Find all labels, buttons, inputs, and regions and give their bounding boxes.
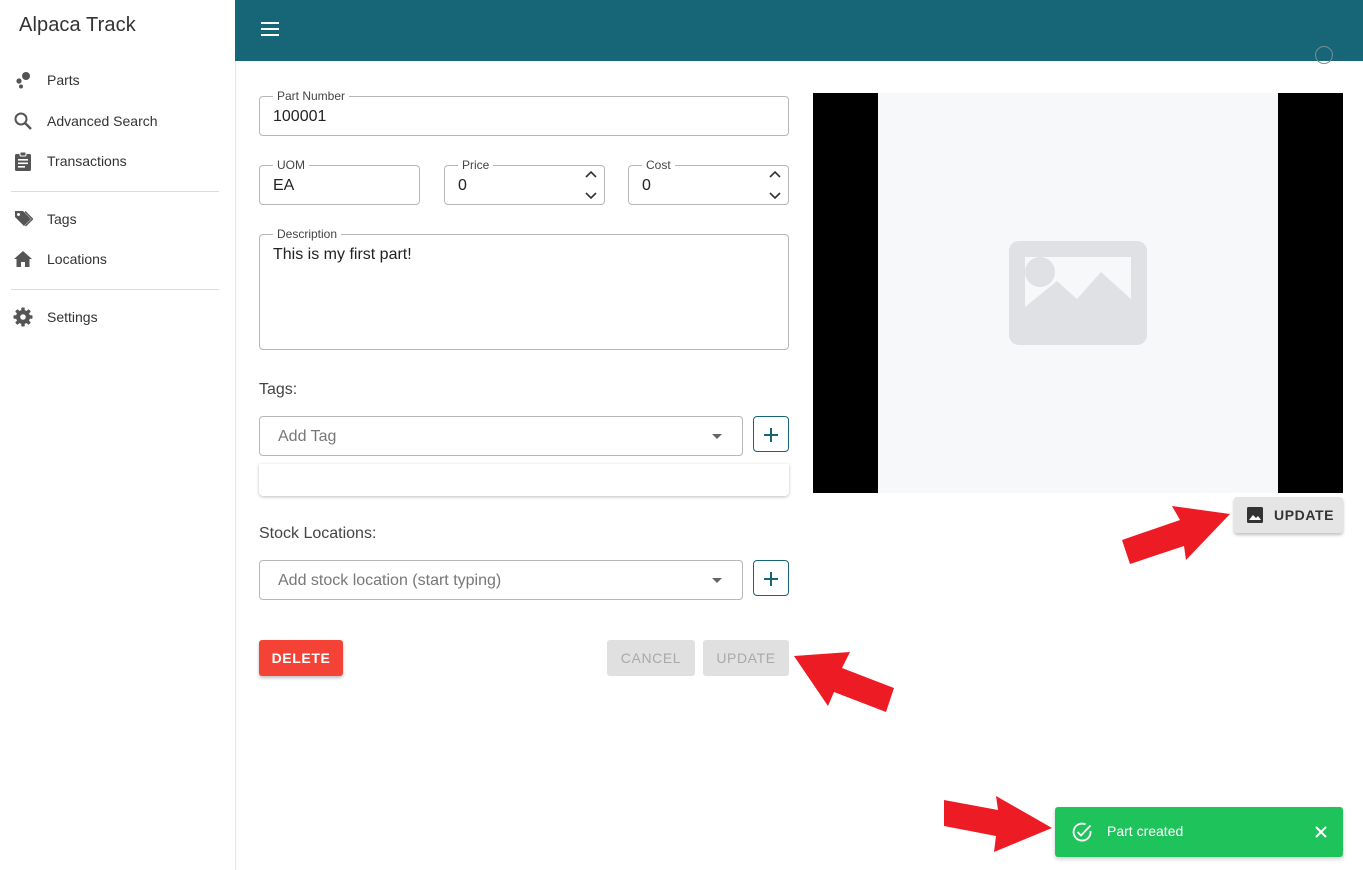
home-icon <box>12 248 34 270</box>
sidebar-divider <box>11 191 219 192</box>
update-image-button[interactable]: UPDATE <box>1234 497 1343 533</box>
update-button[interactable]: UPDATE <box>703 640 789 676</box>
cost-label: Cost <box>642 158 675 172</box>
dropdown-caret-icon <box>712 434 722 439</box>
part-number-label: Part Number <box>273 89 350 103</box>
add-stock-location-select[interactable]: Add stock location (start typing) <box>259 560 743 600</box>
sidebar-item-advanced-search[interactable]: Advanced Search <box>0 101 235 141</box>
parts-icon <box>12 69 34 91</box>
update-image-label: UPDATE <box>1274 507 1335 523</box>
toast-message: Part created <box>1107 823 1184 839</box>
description-label: Description <box>273 227 342 241</box>
add-tag-placeholder: Add Tag <box>278 428 337 445</box>
add-stock-location-button[interactable] <box>753 560 789 596</box>
search-icon <box>12 110 34 132</box>
image-icon <box>1247 507 1263 523</box>
price-value: 0 <box>458 177 467 194</box>
annotation-arrow-icon <box>1122 506 1230 564</box>
tags-heading: Tags: <box>259 381 298 398</box>
app-title: Alpaca Track <box>19 14 136 36</box>
sidebar-item-label: Locations <box>47 251 107 267</box>
sidebar: Alpaca Track Parts Advanced Search Trans… <box>0 0 236 870</box>
add-stock-location-placeholder: Add stock location (start typing) <box>278 572 502 589</box>
image-placeholder-icon <box>1009 241 1147 345</box>
annotation-arrow-icon <box>794 652 894 712</box>
sidebar-item-label: Parts <box>47 72 80 88</box>
tag-icon <box>12 208 34 230</box>
tags-list-panel <box>259 464 789 496</box>
uom-value: EA <box>273 177 295 194</box>
price-stepper[interactable] <box>584 166 598 204</box>
menu-icon[interactable] <box>261 22 279 36</box>
stock-locations-heading: Stock Locations: <box>259 525 377 542</box>
dropdown-caret-icon <box>712 578 722 583</box>
top-app-bar <box>235 0 1363 64</box>
image-placeholder <box>878 93 1278 493</box>
annotation-arrow-icon <box>944 796 1052 852</box>
cost-stepper[interactable] <box>768 166 782 204</box>
add-tag-select[interactable]: Add Tag <box>259 416 743 456</box>
cost-field[interactable]: Cost 0 <box>628 158 789 205</box>
part-number-field[interactable]: Part Number 100001 <box>259 89 789 136</box>
part-image <box>813 93 1343 493</box>
price-label: Price <box>458 158 494 172</box>
clipboard-icon <box>12 150 34 172</box>
sidebar-divider <box>11 289 219 290</box>
sidebar-item-label: Advanced Search <box>47 113 158 129</box>
sidebar-item-locations[interactable]: Locations <box>0 239 235 279</box>
sidebar-item-parts[interactable]: Parts <box>0 60 235 100</box>
success-toast: Part created <box>1055 807 1343 857</box>
sidebar-item-label: Transactions <box>47 153 127 169</box>
part-number-value: 100001 <box>273 108 327 125</box>
delete-button[interactable]: DELETE <box>259 640 343 676</box>
uom-field[interactable]: UOM EA <box>259 158 420 205</box>
sidebar-item-label: Settings <box>47 309 98 325</box>
add-tag-button[interactable] <box>753 416 789 452</box>
check-circle-icon <box>1072 822 1092 842</box>
sidebar-item-transactions[interactable]: Transactions <box>0 141 235 181</box>
sidebar-item-label: Tags <box>47 211 77 227</box>
status-circle-icon <box>1315 46 1333 64</box>
description-field[interactable]: Description This is my first part! <box>259 227 789 350</box>
uom-label: UOM <box>273 158 309 172</box>
cancel-button[interactable]: CANCEL <box>607 640 695 676</box>
cost-value: 0 <box>642 177 651 194</box>
sidebar-item-tags[interactable]: Tags <box>0 199 235 239</box>
description-value: This is my first part! <box>273 246 412 263</box>
sidebar-item-settings[interactable]: Settings <box>0 297 235 337</box>
close-icon[interactable] <box>1313 824 1329 840</box>
gear-icon <box>12 306 34 328</box>
price-field[interactable]: Price 0 <box>444 158 605 205</box>
